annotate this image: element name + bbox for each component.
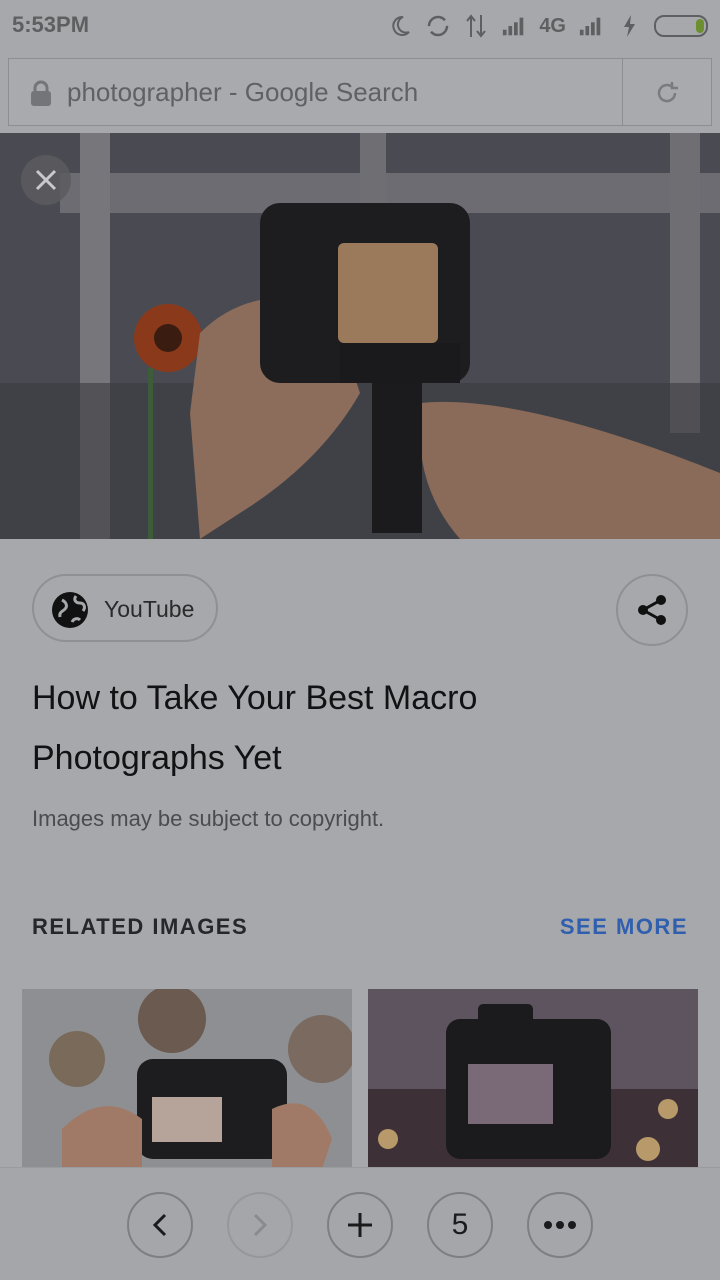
tab-count: 5 <box>451 1208 469 1241</box>
charging-icon <box>616 13 642 39</box>
url-text[interactable]: photographer - Google Search <box>67 77 418 108</box>
related-image-2[interactable] <box>368 989 698 1169</box>
forward-icon <box>253 1213 268 1237</box>
battery-icon <box>654 15 708 37</box>
share-icon <box>638 595 666 625</box>
new-tab-icon <box>348 1213 372 1237</box>
related-images-heading: RELATED IMAGES <box>32 914 249 939</box>
back-button[interactable] <box>127 1192 193 1258</box>
copyright-note: Images may be subject to copyright. <box>32 806 385 831</box>
moon-icon <box>387 13 413 39</box>
hero-image[interactable] <box>0 133 720 539</box>
source-name: YouTube <box>104 596 195 622</box>
status-time: 5:53PM <box>12 12 90 37</box>
tabs-button[interactable]: 5 <box>427 1192 493 1258</box>
more-button[interactable] <box>527 1192 593 1258</box>
result-title[interactable]: How to Take Your Best Macro Photographs … <box>32 668 672 788</box>
forward-button[interactable] <box>227 1192 293 1258</box>
source-chip[interactable]: YouTube <box>32 574 218 642</box>
sync-icon <box>425 13 451 39</box>
lock-icon <box>27 79 55 107</box>
close-icon <box>35 169 57 191</box>
globe-icon <box>50 590 90 630</box>
back-icon <box>152 1213 167 1237</box>
see-more-link[interactable]: SEE MORE <box>560 914 688 940</box>
more-icon <box>544 1221 576 1229</box>
new-tab-button[interactable] <box>327 1192 393 1258</box>
signal-icon <box>578 13 604 39</box>
share-button[interactable] <box>616 574 688 646</box>
status-icons: 4G <box>387 10 708 42</box>
url-divider <box>622 59 623 125</box>
signal-icon <box>501 13 527 39</box>
data-arrows-icon <box>463 13 489 39</box>
reload-icon[interactable] <box>653 79 681 107</box>
status-bar: 5:53PM 4G <box>0 0 720 52</box>
screen: 5:53PM 4G photographer - Google Search Y… <box>0 0 720 1280</box>
bottom-nav: 5 <box>0 1167 720 1280</box>
related-image-1[interactable] <box>22 989 352 1169</box>
close-button[interactable] <box>21 155 71 205</box>
network-type: 4G <box>539 14 566 37</box>
url-bar[interactable]: photographer - Google Search <box>8 58 712 126</box>
